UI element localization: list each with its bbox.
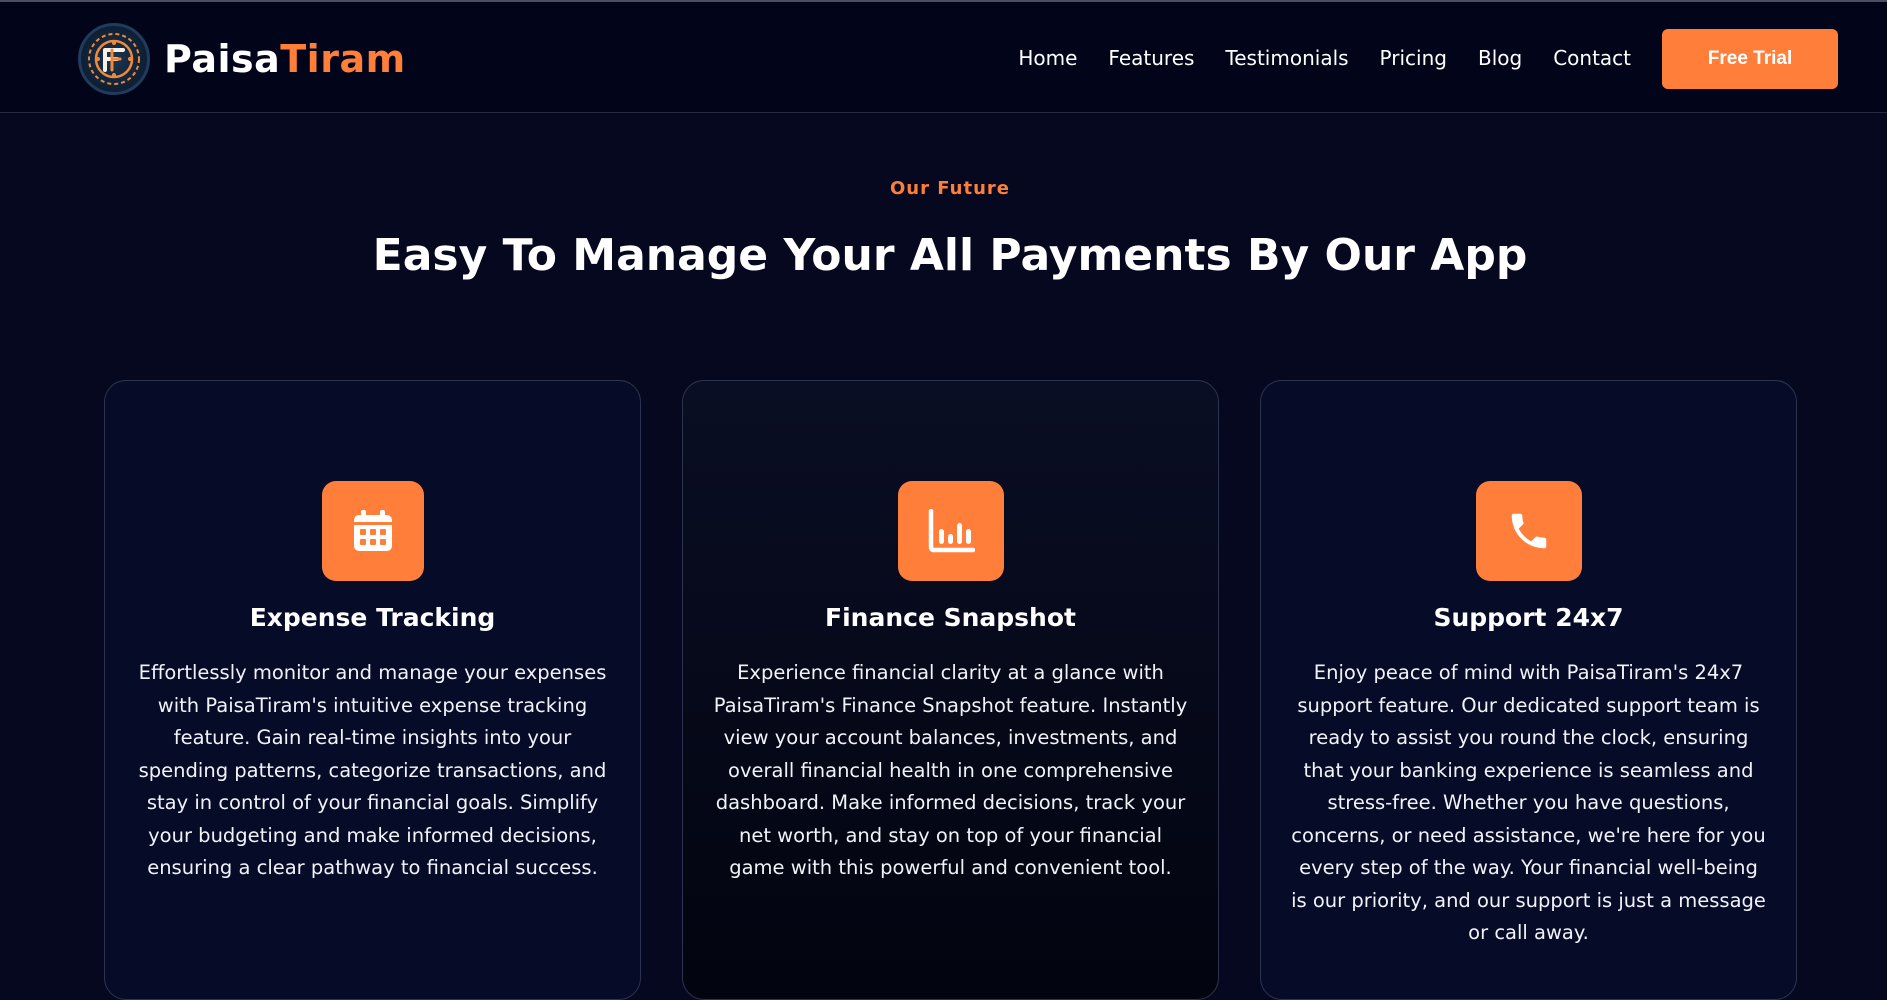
feature-description: Effortlessly monitor and manage your exp… [138, 661, 607, 879]
feature-card-finance-snapshot: Finance Snapshot Experience financial cl… [682, 380, 1219, 1000]
site-header: PaisaTiram Home Features Testimonials Pr… [0, 2, 1887, 113]
nav-link-pricing[interactable]: Pricing [1380, 43, 1447, 73]
brand-logo[interactable]: PaisaTiram [78, 23, 406, 95]
feature-title: Finance Snapshot [825, 603, 1076, 632]
feature-description: Enjoy peace of mind with PaisaTiram's 24… [1291, 661, 1766, 944]
brand-name-part2: Tiram [280, 37, 406, 81]
section-title: Easy To Manage Your All Payments By Our … [372, 230, 1528, 281]
nav-link-home[interactable]: Home [1018, 43, 1077, 73]
feature-description: Experience financial clarity at a glance… [713, 661, 1188, 879]
feature-title: Expense Tracking [249, 603, 496, 632]
brand-name: PaisaTiram [164, 37, 406, 81]
phone-icon [1475, 481, 1582, 581]
free-trial-button[interactable]: Free Trial [1662, 29, 1838, 89]
bar-chart-icon [897, 481, 1004, 581]
nav-link-features[interactable]: Features [1108, 43, 1194, 73]
main-nav: Home Features Testimonials Pricing Blog … [1018, 43, 1631, 73]
feature-title: Support 24x7 [1433, 603, 1624, 632]
nav-link-blog[interactable]: Blog [1478, 43, 1522, 73]
feature-card-expense-tracking: Expense Tracking Effortlessly monitor an… [104, 380, 641, 1000]
brand-name-part1: Paisa [164, 37, 281, 81]
paisatiram-logo-icon [78, 23, 150, 95]
section-eyebrow: Our Future [890, 178, 1010, 199]
feature-card-support: Support 24x7 Enjoy peace of mind with Pa… [1260, 380, 1797, 1000]
nav-link-contact[interactable]: Contact [1553, 43, 1631, 73]
nav-link-testimonials[interactable]: Testimonials [1225, 43, 1348, 73]
calendar-icon [321, 481, 424, 581]
